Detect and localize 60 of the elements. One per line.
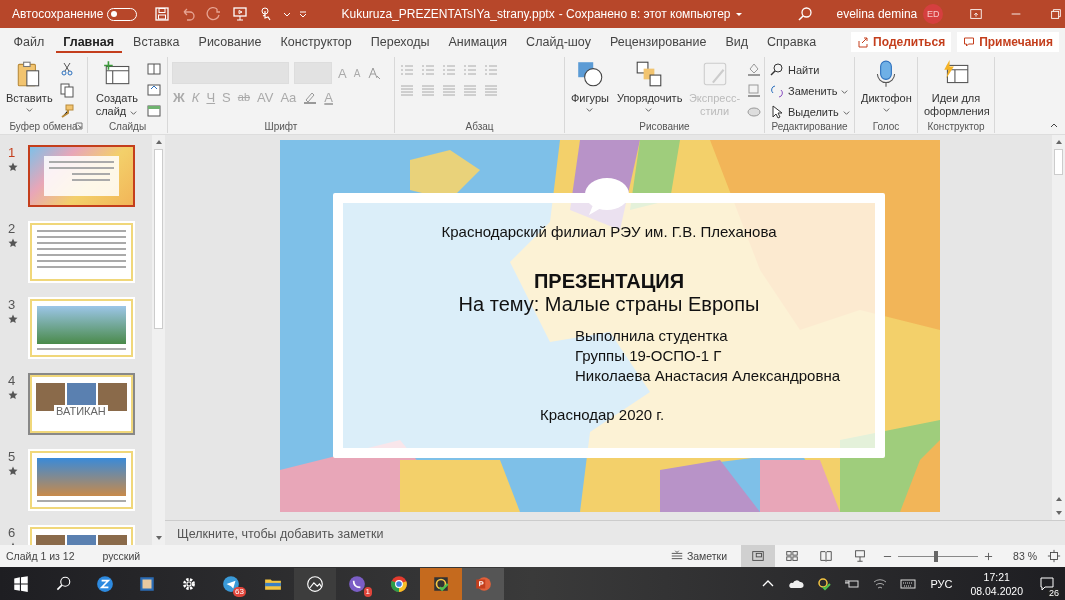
slide-text: Краснодарский филиал РЭУ им. Г.В. Плеханова <box>440 223 778 240</box>
group-label: Голос <box>872 120 900 132</box>
slide-counter: Слайд 1 из 12 <box>6 550 75 562</box>
drawing-button[interactable]: Упорядочить <box>614 59 683 114</box>
slide-number: 1 <box>8 145 16 160</box>
user-name: evelina demina <box>836 7 918 21</box>
editing-button[interactable]: Выделить <box>769 104 851 119</box>
ribbon-tab[interactable]: Рецензирование <box>602 30 714 53</box>
zoom-reading[interactable]: 83 % <box>1013 550 1037 562</box>
ribbon-tab[interactable]: Справка <box>759 30 824 53</box>
slide-text: Краснодар 2020 г. <box>540 406 666 423</box>
notification-badge: 63 <box>233 586 246 597</box>
ribbon-tab[interactable]: Анимация <box>440 30 515 53</box>
editing-button[interactable]: Заменить <box>769 83 850 99</box>
notification-count: 26 <box>1047 587 1061 598</box>
notes-button[interactable]: Заметки <box>663 548 734 564</box>
ribbon-tab[interactable]: Рисование <box>191 30 269 53</box>
new-slide-button[interactable]: Создать слайд <box>92 59 142 118</box>
group-label: Конструктор <box>927 120 985 132</box>
notes-field[interactable]: Щелкните, чтобы добавить заметки <box>165 521 1065 545</box>
comments-button[interactable]: Примечания <box>957 31 1059 52</box>
ribbon-tab[interactable]: Конструктор <box>273 30 360 53</box>
ribbon-tab[interactable]: Переходы <box>363 30 437 53</box>
ribbon-tab[interactable]: Вставка <box>125 30 188 53</box>
autosave-label: Автосохранение <box>12 7 104 21</box>
slide-text: Николаева Анастасия Александровна <box>575 366 842 386</box>
slide-text: Группы 19-ОСПО-1 Г <box>575 346 723 366</box>
paste-button[interactable]: Вставить <box>4 59 55 114</box>
slide-text: Выполнила студентка <box>575 326 729 346</box>
dictate-button[interactable]: Диктофон <box>859 59 914 114</box>
group-label: Шрифт <box>264 120 298 132</box>
drawing-button[interactable]: Фигуры <box>569 59 611 114</box>
clock-date[interactable]: 08.04.2020 <box>970 583 1023 598</box>
group-label: Редактирование <box>771 120 848 132</box>
group-label: Рисование <box>639 120 690 132</box>
share-button[interactable]: Поделиться <box>851 31 952 52</box>
slide-number: 3 <box>8 297 16 312</box>
group-label: Слайды <box>108 120 147 132</box>
notification-badge: 1 <box>363 586 372 597</box>
file-name: Kukuruza_PREZENTATsIYa_strany.pptx <box>341 7 555 21</box>
slide-title: ПРЕЗЕНТАЦИЯ <box>532 270 686 293</box>
slide-thumbnail[interactable]: ВАТИКАН <box>28 373 135 435</box>
editing-button[interactable]: Найти <box>769 62 820 78</box>
slide-number: 6 <box>8 525 16 540</box>
ribbon-tab[interactable]: Вид <box>717 30 756 53</box>
ribbon-tab[interactable]: Главная <box>55 30 122 53</box>
slide-number: 5 <box>8 449 16 464</box>
ribbon-tab[interactable]: Слайд-шоу <box>518 30 599 53</box>
design-ideas-button[interactable]: Идеи для оформления <box>922 59 990 118</box>
slide-number: 4 <box>8 373 16 388</box>
clock-time[interactable]: 17:21 <box>983 569 1010 584</box>
save-status[interactable]: - Сохранено в: этот компьютер <box>558 7 731 21</box>
slide-subtitle: На тему: Малые страны Европы <box>457 293 761 316</box>
ribbon-tab[interactable]: Файл <box>6 30 52 53</box>
thumbnail-caption: ВАТИКАН <box>54 405 108 417</box>
input-language[interactable]: РУС <box>930 577 953 590</box>
slide-number: 2 <box>8 221 16 236</box>
group-label: Буфер обмена <box>9 120 78 132</box>
group-label: Абзац <box>465 120 494 132</box>
language-label[interactable]: русский <box>102 550 141 562</box>
